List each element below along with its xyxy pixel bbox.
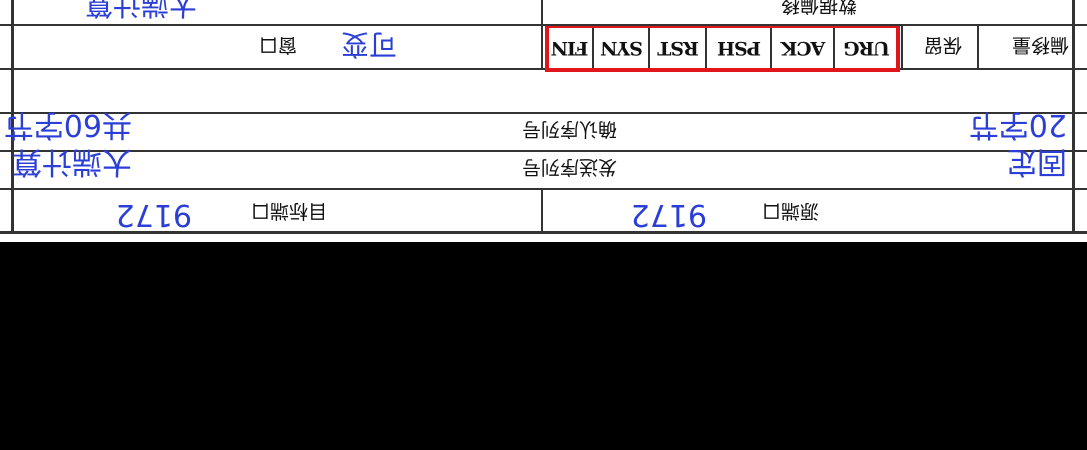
src-port-value: 9172 bbox=[630, 197, 707, 232]
reserved-label: 保留 bbox=[923, 34, 962, 56]
flipped-table: 目标端口 9172 源端口 9172 发送序列号 大端计算 固定 确认序列号 共… bbox=[0, 0, 1087, 242]
window-label: 窗口 bbox=[258, 34, 297, 56]
top-partial-left: 大端计算 bbox=[84, 0, 197, 21]
flags-highlight-box bbox=[545, 24, 900, 72]
dest-port-value: 9172 bbox=[115, 197, 192, 232]
rule-ports bbox=[0, 188, 1087, 190]
rule-seq bbox=[0, 150, 1087, 152]
top-partial-mid: 数据偏移 bbox=[780, 0, 857, 16]
vrule-ports-mid bbox=[541, 190, 543, 234]
rule-ack bbox=[0, 112, 1087, 114]
seq-label: 发送序列号 bbox=[521, 156, 617, 178]
ack-handwriting-right: 20字节 bbox=[968, 107, 1067, 142]
vrule-left bbox=[1072, 0, 1075, 234]
ack-label: 确认序列号 bbox=[521, 118, 617, 140]
vrule-flags-mid bbox=[541, 0, 543, 70]
rule-flags bbox=[0, 68, 1087, 70]
vrule-reserved bbox=[901, 26, 903, 70]
vrule-offset bbox=[977, 26, 979, 70]
ack-handwriting-left: 共60字节 bbox=[3, 107, 132, 142]
dest-port-label: 目标端口 bbox=[250, 200, 327, 222]
window-value: 可变 bbox=[340, 28, 397, 61]
src-port-label: 源端口 bbox=[761, 200, 819, 222]
scanned-document: 目标端口 9172 源端口 9172 发送序列号 大端计算 固定 确认序列号 共… bbox=[0, 0, 1087, 242]
offset-label: 偏移量 bbox=[1011, 34, 1069, 56]
